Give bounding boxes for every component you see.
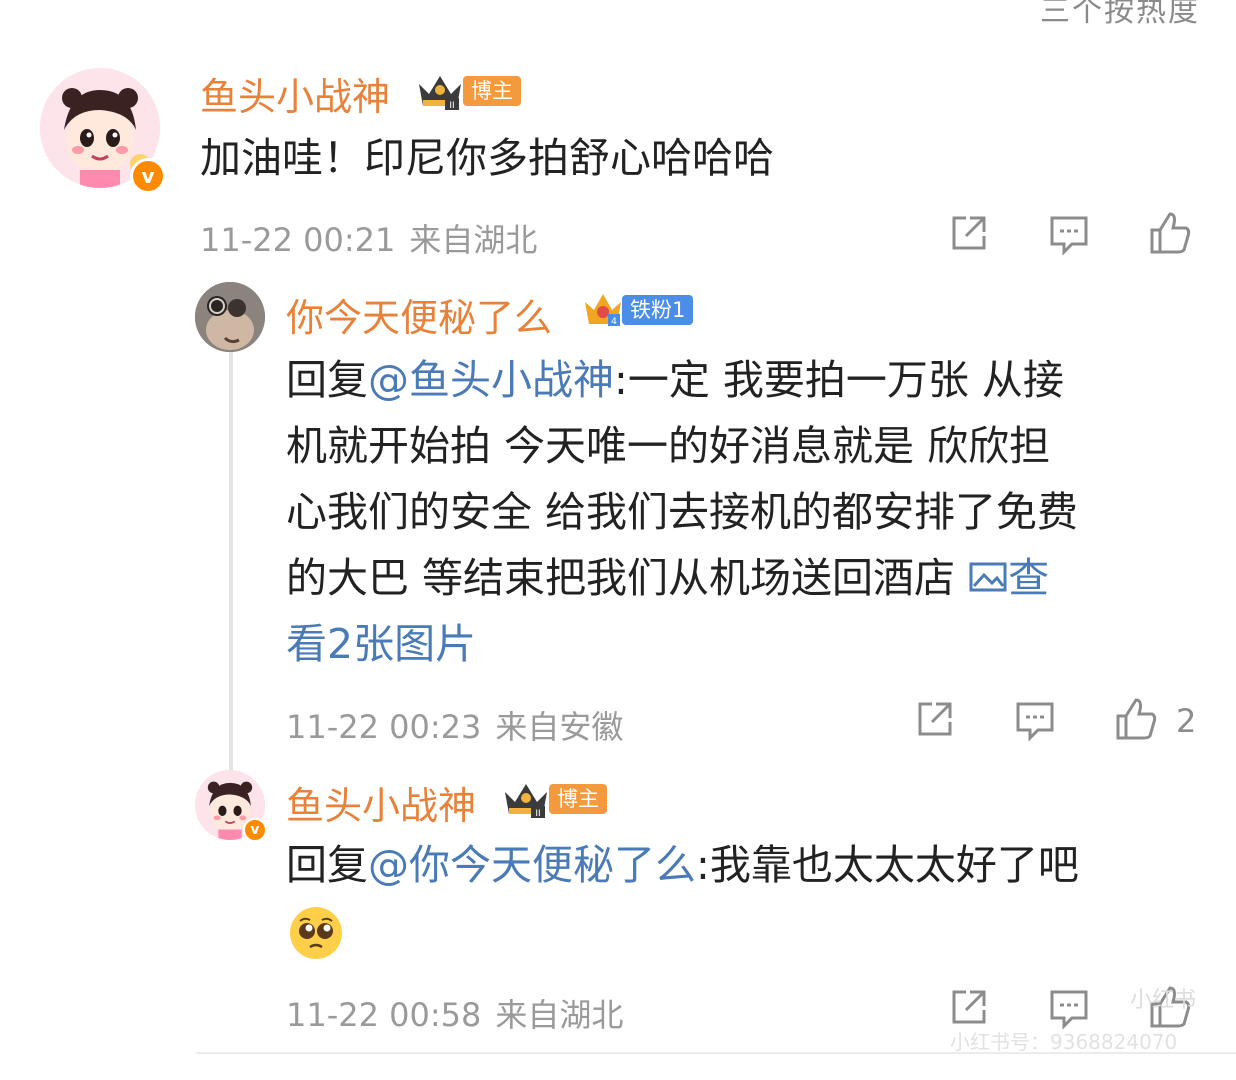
reply1-line2: 机就开始拍 今天唯一的好消息就是 欣欣担 (286, 422, 1051, 470)
host-tag: 博主 (463, 76, 521, 106)
reply2-time: 11-22 00:58 (286, 996, 482, 1034)
pleading-face-emoji (288, 905, 344, 965)
share-icon (918, 702, 952, 736)
view-images-link[interactable]: 查 (968, 554, 1049, 602)
reply1-comment-button[interactable] (1012, 698, 1058, 746)
view-images-text-b[interactable]: 看2张图片 (286, 611, 1206, 677)
mention-link[interactable]: @你今天便秘了么 (368, 841, 696, 889)
comment-text: 加油哇！印尼你多拍舒心哈哈哈 (200, 134, 774, 182)
comment-icon (1016, 702, 1054, 742)
fan-badge: 4 铁粉1 (582, 290, 694, 330)
svg-text:II: II (535, 809, 540, 819)
v-verified-icon: v (130, 158, 166, 194)
crown-icon: II (419, 76, 461, 111)
commenter-avatar-container[interactable]: v (40, 68, 166, 194)
share-button[interactable] (946, 212, 990, 260)
reply2-username[interactable]: 鱼头小战神 (286, 775, 476, 830)
comment-username[interactable]: 鱼头小战神 (200, 66, 390, 121)
share-icon (952, 990, 986, 1024)
bottom-divider (196, 1052, 1236, 1054)
watermark-logo: 小红书 (1130, 988, 1197, 1013)
watermark-id: 小红书号：9368824070 (950, 1030, 1178, 1054)
sort-by-heat-label[interactable]: 三个按热度 (1040, 0, 1200, 30)
reply1-line1: 回复@鱼头小战神:一定 我要拍一万张 从接 (286, 347, 1206, 413)
image-icon (969, 562, 1007, 592)
reply2-meta: 11-22 00:58 来自湖北 (286, 990, 623, 1036)
reply1-share-button[interactable] (912, 698, 956, 746)
comment-meta: 11-22 00:21 来自湖北 (200, 215, 537, 261)
reply1-line4: 的大巴 等结束把我们从机场送回酒店 查 (286, 545, 1206, 611)
reply1-time: 11-22 00:23 (286, 708, 482, 746)
comment-button[interactable] (1046, 212, 1092, 260)
comment-icon (1050, 216, 1088, 256)
reply1-like-count: 2 (1176, 702, 1197, 740)
reply1-location: 来自安徽 (495, 708, 624, 746)
reply1-line3: 心我们的安全 给我们去接机的都安排了免费 (286, 488, 1079, 536)
comment-time: 11-22 00:21 (200, 221, 396, 259)
pleading-face-icon (290, 907, 342, 959)
svg-text:4: 4 (611, 317, 617, 327)
host-badge: II 博主 (501, 778, 607, 820)
host-badge: II 博主 (415, 70, 521, 112)
like-icon (1150, 212, 1191, 254)
reply2-content: 回复@你今天便秘了么:我靠也太太太好了吧 (286, 832, 1079, 898)
reply2-avatar-container[interactable]: v (195, 770, 267, 842)
like-button[interactable] (1146, 210, 1194, 262)
comment-location: 来自湖北 (409, 221, 538, 259)
v-verified-icon: v (243, 818, 267, 842)
reply1-avatar[interactable] (195, 282, 265, 352)
photo-avatar (195, 282, 265, 352)
reply1-username[interactable]: 你今天便秘了么 (286, 287, 552, 342)
reply-prefix: 回复 (286, 841, 368, 889)
like-icon (1116, 698, 1157, 740)
thread-line (229, 352, 233, 782)
mention-link[interactable]: @鱼头小战神 (368, 356, 614, 404)
reply2-location: 来自湖北 (495, 996, 624, 1034)
reply-prefix: 回复 (286, 356, 368, 404)
host-tag: 博主 (549, 784, 607, 814)
svg-text:II: II (449, 101, 454, 111)
reply1-content: 回复@鱼头小战神:一定 我要拍一万张 从接 机就开始拍 今天唯一的好消息就是 欣… (286, 347, 1206, 677)
reply1-text-line4: 的大巴 等结束把我们从机场送回酒店 (286, 554, 969, 602)
fan-tag: 铁粉1 (622, 295, 694, 325)
comment-icon (1050, 990, 1088, 1030)
share-icon (952, 216, 986, 250)
crown-icon: 4 (585, 294, 621, 327)
crown-icon: II (505, 784, 547, 819)
reply2-text: :我靠也太太太好了吧 (696, 841, 1079, 889)
reply1-text-line1: :一定 我要拍一万张 从接 (614, 356, 1064, 404)
view-images-text-a[interactable]: 查 (1008, 554, 1049, 602)
reply1-like-button[interactable] (1112, 696, 1160, 748)
reply1-meta: 11-22 00:23 来自安徽 (286, 702, 623, 748)
